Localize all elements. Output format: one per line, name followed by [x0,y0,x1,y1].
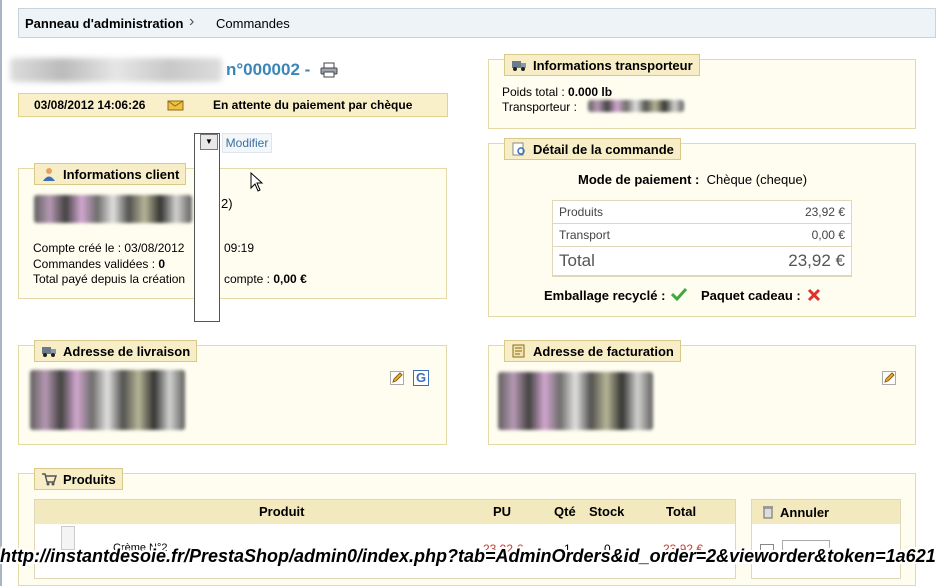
client-name-redacted [34,195,192,223]
carrier-label: Transporteur : [502,100,577,114]
order-detail-legend: Détail de la commande [504,138,681,160]
carrier-name-redacted [588,100,684,112]
breadcrumb-root[interactable]: Panneau d'administration [25,16,183,31]
total-weight: Poids total : 0.000 lb [502,85,613,99]
totals-row-shipping: Transport 0,00 € [553,223,851,247]
breadcrumb-current: Commandes [216,16,290,31]
cancel-header: Annuler [752,500,900,524]
total-paid-label: Total payé depuis la création [33,272,186,286]
validated-orders: Commandes validées : 0 [33,257,166,271]
truck-icon [42,347,56,357]
totals-value: 23,92 € [695,201,851,224]
totals-label: Transport [553,223,696,247]
total-value: 23,92 € [695,246,851,276]
total-paid: compte : 0,00 € [224,272,307,286]
col-product: Produit [259,504,305,519]
total-label: Total [553,246,696,276]
order-status: En attente du paiement par chèque [213,98,413,112]
col-stock: Stock [589,504,625,519]
invoice-icon [512,344,525,358]
modify-button[interactable]: Modifier [222,133,272,153]
cross-icon [807,288,821,305]
products-title: Produits [63,471,116,487]
totals-table: Produits 23,92 € Transport 0,00 € Total 23,… [552,200,852,277]
url-overlay: http://instantdesoie.fr/PrestaShop/admin… [0,546,936,566]
client-info-legend: Informations client [34,163,187,185]
google-maps-icon[interactable]: G [413,370,429,386]
truck-icon [512,61,526,71]
page-title: n°000002 - [226,60,311,79]
products-legend: Produits [34,468,123,490]
gift-wrapping: Paquet cadeau : [701,288,801,303]
billing-address-title: Adresse de facturation [533,343,674,359]
carrier-legend: Informations transporteur [504,54,700,76]
mouse-cursor-icon [250,171,264,195]
totals-value: 0,00 € [695,223,851,247]
trash-icon [763,506,773,519]
edit-icon[interactable] [390,371,404,388]
account-created: Compte créé le : 03/08/2012 [33,241,185,255]
breadcrumb: Panneau d'administration › Commandes [18,8,936,38]
client-info-title: Informations client [63,166,180,182]
status-dropdown[interactable]: ▼ [194,133,220,322]
billing-address-legend: Adresse de facturation [504,340,681,362]
products-table-header: Produit PU Qté Stock Total [35,500,735,524]
customer-name-redacted [10,58,222,82]
recycled-packaging: Emballage recyclé : [544,288,666,303]
check-icon [670,287,688,304]
order-detail-title: Détail de la commande [533,141,674,157]
order-status-bar: 03/08/2012 14:06:26 En attente du paieme… [18,93,448,117]
document-search-icon [512,142,525,156]
order-date: 03/08/2012 14:06:26 [34,98,146,112]
carrier-title: Informations transporteur [533,57,693,73]
edit-icon[interactable] [882,371,896,388]
shipping-address-redacted [30,370,185,430]
col-unit-price: PU [493,504,512,519]
col-total: Total [666,504,697,519]
totals-row-total: Total 23,92 € [553,246,851,276]
client-id: 2) [221,196,233,211]
shipping-address-title: Adresse de livraison [63,343,191,359]
billing-address-redacted [498,372,653,430]
account-created-time: 09:19 [224,241,255,255]
shipping-address-legend: Adresse de livraison [34,340,198,362]
print-icon[interactable] [320,62,338,81]
user-icon [43,168,55,181]
col-qty: Qté [554,504,576,519]
totals-row-products: Produits 23,92 € [553,201,851,224]
payment-method: Mode de paiement : Chèque (cheque) [578,172,808,187]
totals-label: Produits [553,201,696,224]
chevron-right-icon: › [189,13,195,30]
left-border [0,0,2,586]
cancel-title: Annuler [780,504,830,520]
cart-icon [42,473,57,486]
chevron-down-icon[interactable]: ▼ [200,134,218,150]
envelope-money-icon [167,98,185,112]
